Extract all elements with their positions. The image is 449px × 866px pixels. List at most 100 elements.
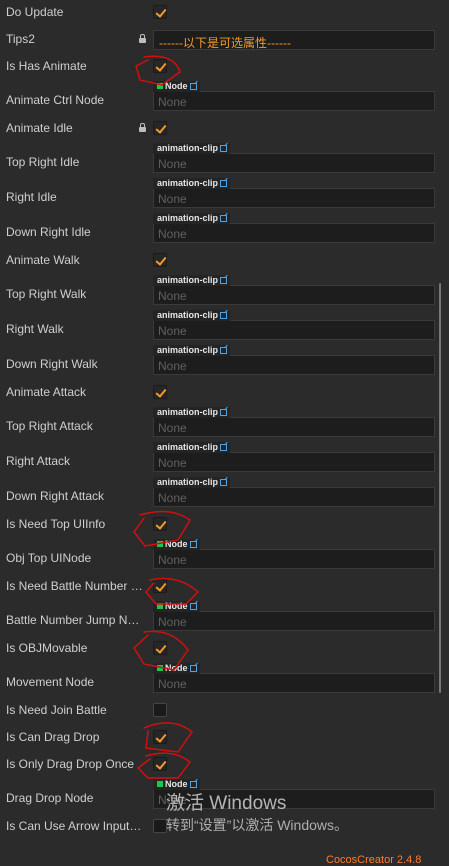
checkmark-icon <box>155 731 167 743</box>
checkbox[interactable] <box>153 703 167 717</box>
property-inspector: Do Update Tips2 ------以下是可选属性------ Is Has … <box>0 0 449 860</box>
asset-type-tag: animation-clip <box>153 275 231 286</box>
field-value: None <box>158 491 187 505</box>
field-value: None <box>158 227 187 241</box>
property-label: Is Need Top UIInfo <box>6 517 106 531</box>
asset-type-tag: Node <box>153 601 200 612</box>
property-label: Right Idle <box>6 190 57 204</box>
asset-type-tag: animation-clip <box>153 407 231 418</box>
open-link-icon[interactable] <box>189 541 197 548</box>
object-field[interactable]: None <box>153 452 435 472</box>
open-link-icon[interactable] <box>220 312 228 319</box>
asset-type-tag: Node <box>153 81 200 92</box>
checkbox[interactable] <box>153 819 167 833</box>
checkmark-icon <box>155 6 167 18</box>
asset-type-tag: animation-clip <box>153 345 231 356</box>
lock-icon <box>139 123 146 132</box>
property-label: Do Update <box>6 5 64 19</box>
open-link-icon[interactable] <box>220 145 228 152</box>
open-link-icon[interactable] <box>220 215 228 222</box>
property-label: Is OBJMovable <box>6 641 88 655</box>
property-label: Obj Top UINode <box>6 551 92 565</box>
open-link-icon[interactable] <box>189 83 197 90</box>
open-link-icon[interactable] <box>220 180 228 187</box>
object-field[interactable]: None <box>153 153 435 173</box>
open-link-icon[interactable] <box>189 665 197 672</box>
field-value: None <box>158 157 187 171</box>
object-field[interactable]: None <box>153 487 435 507</box>
open-link-icon[interactable] <box>220 479 228 486</box>
asset-type-tag: animation-clip <box>153 143 231 154</box>
windows-activation-hint: 转到“设置”以激活 Windows。 <box>166 817 349 833</box>
field-value: None <box>158 192 187 206</box>
asset-type-label: animation-clip <box>157 407 219 417</box>
asset-type-label: animation-clip <box>157 477 219 487</box>
asset-type-tag: animation-clip <box>153 477 231 488</box>
property-label: Animate Walk <box>6 253 80 267</box>
checkbox[interactable] <box>153 730 167 744</box>
asset-type-label: animation-clip <box>157 143 219 153</box>
property-label: Is Need Battle Number Jump <box>6 579 144 593</box>
inspector-scrollbar[interactable] <box>439 283 441 693</box>
node-type-icon <box>157 83 163 89</box>
node-type-icon <box>157 781 163 787</box>
property-label: Animate Idle <box>6 121 73 135</box>
open-link-icon[interactable] <box>189 781 197 788</box>
asset-type-tag: animation-clip <box>153 310 231 321</box>
asset-type-tag: animation-clip <box>153 178 231 189</box>
asset-type-label: Node <box>165 663 188 673</box>
checkbox[interactable] <box>153 5 167 19</box>
object-field[interactable]: None <box>153 188 435 208</box>
open-link-icon[interactable] <box>220 277 228 284</box>
node-type-icon <box>157 665 163 671</box>
asset-type-label: Node <box>165 539 188 549</box>
property-label: Is Has Animate <box>6 59 87 73</box>
tips-field[interactable]: ------以下是可选属性------ <box>153 30 435 50</box>
property-label: Is Need Join Battle <box>6 703 107 717</box>
asset-type-tag: animation-clip <box>153 213 231 224</box>
open-link-icon[interactable] <box>220 347 228 354</box>
property-label: Drag Drop Node <box>6 791 94 805</box>
property-label: Down Right Idle <box>6 225 91 239</box>
asset-type-label: animation-clip <box>157 345 219 355</box>
property-label: Right Walk <box>6 322 64 336</box>
node-type-icon <box>157 603 163 609</box>
property-label: Movement Node <box>6 675 95 689</box>
checkbox[interactable] <box>153 757 167 771</box>
property-label: Tips2 <box>6 32 35 46</box>
object-field[interactable]: None <box>153 320 435 340</box>
property-label: Down Right Walk <box>6 357 98 371</box>
field-value: None <box>158 95 187 109</box>
asset-type-label: animation-clip <box>157 442 219 452</box>
checkbox[interactable] <box>153 517 167 531</box>
field-value: None <box>158 359 187 373</box>
lock-icon <box>139 34 146 43</box>
asset-type-label: Node <box>165 601 188 611</box>
object-field[interactable]: None <box>153 223 435 243</box>
object-field[interactable]: None <box>153 91 435 111</box>
field-value: None <box>158 677 187 691</box>
checkmark-icon <box>155 642 167 654</box>
checkbox[interactable] <box>153 385 167 399</box>
asset-type-tag: Node <box>153 539 200 550</box>
node-type-icon <box>157 541 163 547</box>
checkbox[interactable] <box>153 253 167 267</box>
checkbox[interactable] <box>153 579 167 593</box>
asset-type-label: animation-clip <box>157 178 219 188</box>
open-link-icon[interactable] <box>220 444 228 451</box>
object-field[interactable]: None <box>153 673 435 693</box>
object-field[interactable]: None <box>153 549 435 569</box>
checkmark-icon <box>155 758 167 770</box>
property-label: Battle Number Jump Node <box>6 613 144 627</box>
object-field[interactable]: None <box>153 285 435 305</box>
open-link-icon[interactable] <box>220 409 228 416</box>
checkbox[interactable] <box>153 59 167 73</box>
checkbox[interactable] <box>153 121 167 135</box>
object-field[interactable]: None <box>153 611 435 631</box>
checkbox[interactable] <box>153 641 167 655</box>
field-value: None <box>158 421 187 435</box>
object-field[interactable]: None <box>153 355 435 375</box>
object-field[interactable]: None <box>153 417 435 437</box>
open-link-icon[interactable] <box>189 603 197 610</box>
field-value: None <box>158 553 187 567</box>
